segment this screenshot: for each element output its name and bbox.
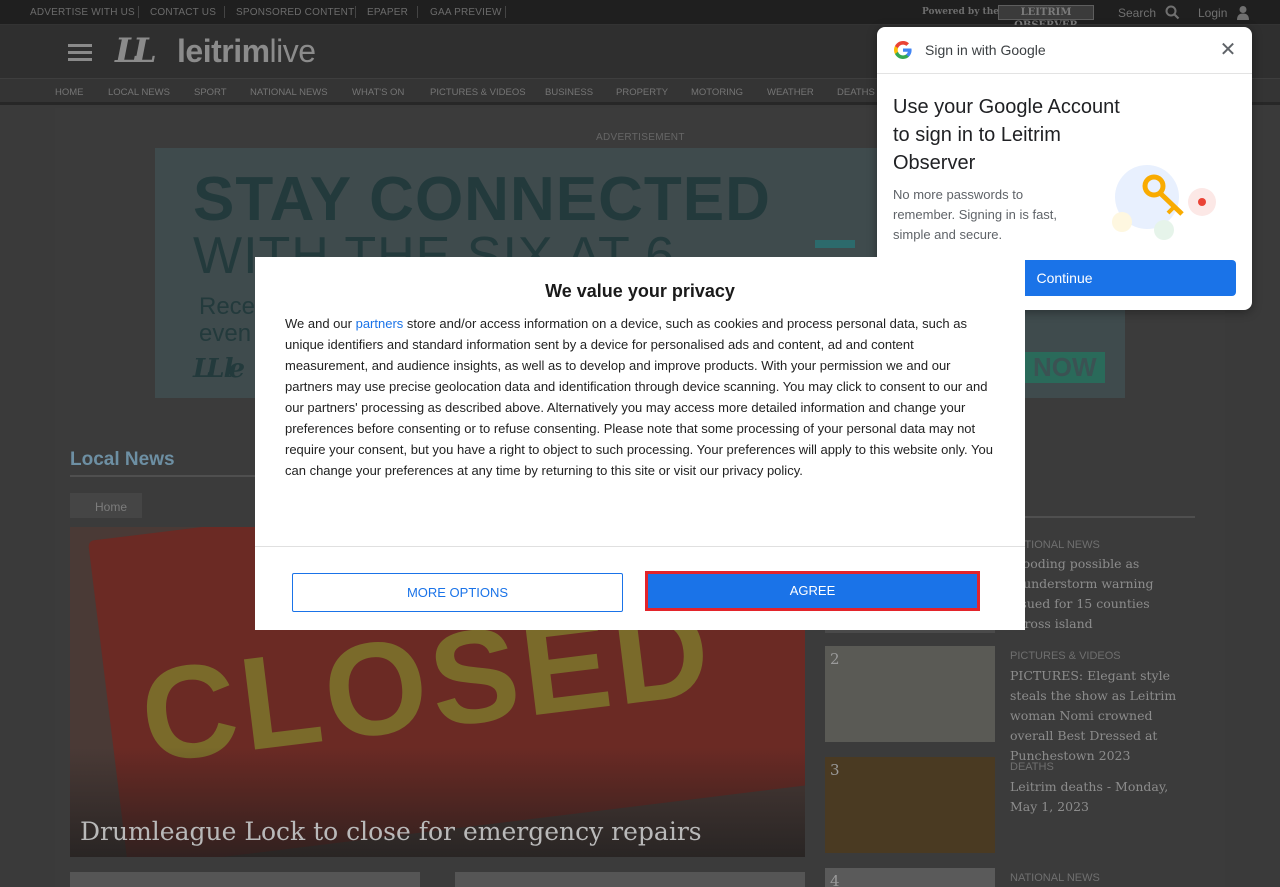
nav-sport[interactable]: SPORT bbox=[194, 87, 227, 98]
breadcrumb[interactable]: Home bbox=[70, 493, 142, 518]
logo-mark: LL bbox=[115, 31, 157, 71]
ad-line-4: even bbox=[199, 320, 252, 347]
trending-category[interactable]: NATIONAL NEWS bbox=[1010, 872, 1100, 884]
trending-item[interactable]: 2 PICTURES & VIDEOS PICTURES: Elegant st… bbox=[825, 646, 1195, 763]
nav-motoring[interactable]: MOTORING bbox=[691, 87, 743, 98]
trending-title[interactable]: PICTURES: Elegant style steals the show … bbox=[1010, 666, 1192, 766]
divider bbox=[138, 6, 139, 18]
contact-link[interactable]: CONTACT US bbox=[150, 7, 216, 18]
epaper-link[interactable]: EPAPER bbox=[367, 7, 408, 18]
close-icon[interactable]: ✕ bbox=[1217, 39, 1239, 61]
nav-deaths[interactable]: DEATHS bbox=[837, 87, 875, 98]
nav-whats-on[interactable]: WHAT'S ON bbox=[352, 87, 404, 98]
trending-number: 3 bbox=[830, 761, 840, 779]
powered-prefix: Powered by the bbox=[922, 7, 999, 17]
nav-weather[interactable]: WEATHER bbox=[767, 87, 814, 98]
hero-headline[interactable]: Drumleague Lock to close for emergency r… bbox=[80, 817, 702, 846]
trending-thumbnail[interactable]: 4 bbox=[825, 868, 995, 887]
gaa-preview-link[interactable]: GAA PREVIEW bbox=[430, 7, 502, 18]
trending-item[interactable]: 4 NATIONAL NEWS bbox=[825, 868, 1195, 887]
privacy-consent-dialog: We value your privacy We and our partner… bbox=[255, 257, 1025, 630]
trending-category[interactable]: PICTURES & VIDEOS bbox=[1010, 650, 1121, 662]
sponsored-link[interactable]: SPONSORED CONTENT bbox=[236, 7, 354, 18]
divider bbox=[224, 6, 225, 18]
google-signin-header: Sign in with Google ✕ bbox=[877, 27, 1252, 74]
key-illustration-icon bbox=[1112, 165, 1216, 240]
menu-icon[interactable] bbox=[68, 44, 92, 62]
trending-item[interactable]: 3 DEATHS Leitrim deaths - Monday, May 1,… bbox=[825, 757, 1195, 857]
trending-category[interactable]: DEATHS bbox=[1010, 761, 1054, 773]
login-label[interactable]: Login bbox=[1198, 6, 1227, 20]
google-icon bbox=[894, 41, 912, 59]
consent-title: We value your privacy bbox=[545, 281, 735, 301]
nav-pictures-videos[interactable]: PICTURES & VIDEOS bbox=[430, 87, 526, 98]
divider bbox=[355, 6, 356, 18]
logo-wordmark: leitrimlive bbox=[177, 33, 316, 69]
powered-by-logo[interactable]: Powered by the LEITRIM OBSERVER bbox=[922, 5, 1094, 31]
advertise-link[interactable]: ADVERTISE WITH US bbox=[30, 7, 135, 18]
article-thumbnail[interactable] bbox=[455, 872, 805, 887]
breadcrumb-home[interactable]: Home bbox=[95, 500, 127, 514]
section-title: Local News bbox=[70, 449, 175, 470]
agree-button[interactable]: AGREE bbox=[645, 571, 980, 611]
consent-divider bbox=[255, 546, 1025, 547]
trending-title[interactable]: Leitrim deaths - Monday, May 1, 2023 bbox=[1010, 777, 1192, 817]
divider bbox=[417, 6, 418, 18]
trending-number: 2 bbox=[830, 650, 840, 668]
trending-number: 4 bbox=[830, 872, 840, 887]
powered-brand: LEITRIM OBSERVER bbox=[998, 5, 1094, 31]
article-thumbnail[interactable] bbox=[70, 872, 420, 887]
google-signin-title: Sign in with Google bbox=[925, 42, 1046, 58]
ad-accent-bar bbox=[815, 240, 855, 248]
nav-national-news[interactable]: NATIONAL NEWS bbox=[250, 87, 328, 98]
trending-title[interactable]: Flooding possible as thunderstorm warnin… bbox=[1010, 554, 1192, 634]
ad-brand: LL le bbox=[193, 354, 245, 384]
nav-property[interactable]: PROPERTY bbox=[616, 87, 668, 98]
ad-line-1: STAY CONNECTED bbox=[193, 165, 771, 234]
search-icon[interactable] bbox=[1165, 5, 1180, 20]
more-options-button[interactable]: MORE OPTIONS bbox=[292, 573, 623, 612]
nav-home[interactable]: HOME bbox=[55, 87, 84, 98]
trending-thumbnail[interactable]: 3 bbox=[825, 757, 995, 853]
search-label[interactable]: Search bbox=[1118, 6, 1156, 20]
trending-thumbnail[interactable]: 2 bbox=[825, 646, 995, 742]
nav-business[interactable]: BUSINESS bbox=[545, 87, 593, 98]
partners-link[interactable]: partners bbox=[356, 316, 404, 331]
advertisement-label: ADVERTISEMENT bbox=[596, 132, 685, 143]
ad-cta: NOW bbox=[1025, 352, 1105, 383]
top-utility-bar: ADVERTISE WITH US CONTACT US SPONSORED C… bbox=[0, 0, 1280, 31]
divider bbox=[505, 6, 506, 18]
ad-line-3: Rece bbox=[199, 293, 256, 320]
consent-text: We and our partners store and/or access … bbox=[285, 316, 993, 478]
nav-local-news[interactable]: LOCAL NEWS bbox=[108, 87, 170, 98]
user-icon[interactable] bbox=[1236, 5, 1250, 20]
google-signin-description: No more passwords to remember. Signing i… bbox=[893, 187, 1058, 242]
